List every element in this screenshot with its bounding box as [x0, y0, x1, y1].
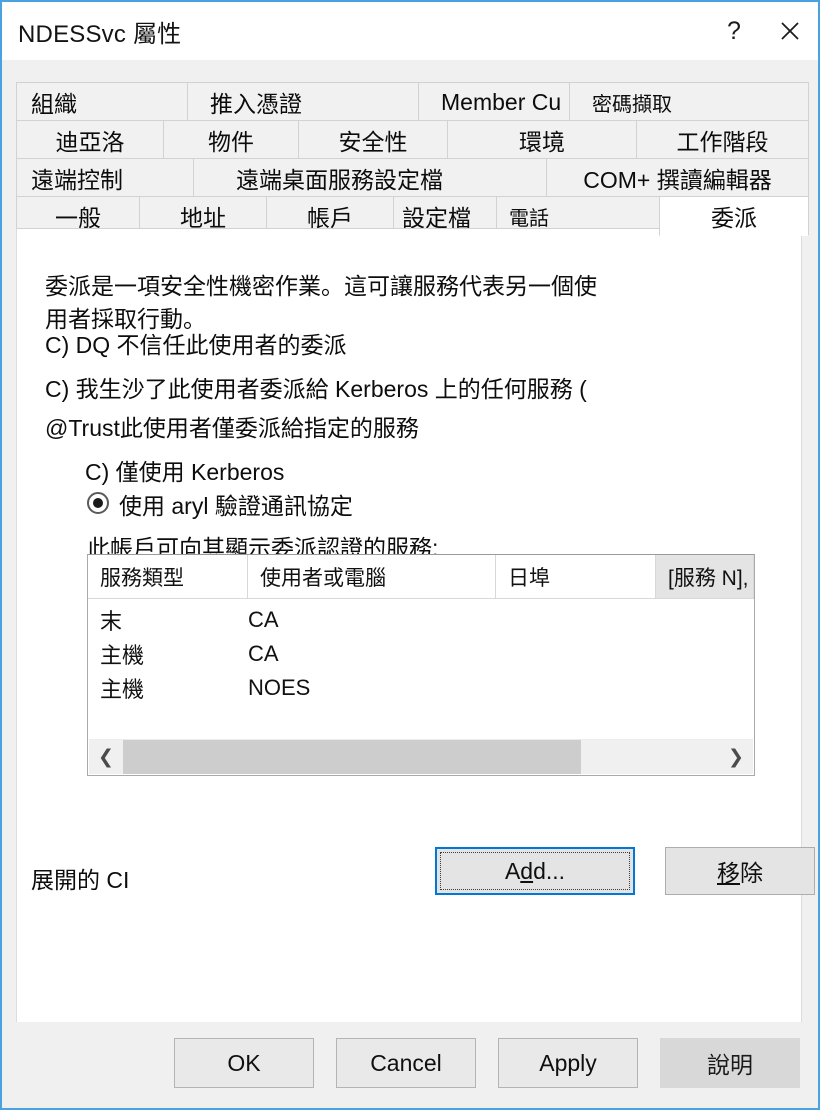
- suboption-kerberos-only-label[interactable]: C) 僅使用 Kerberos: [85, 453, 284, 487]
- tab-label: 推入憑證: [210, 91, 302, 117]
- tab-row-1: 組織 推入憑證 Member Cu 密碼擷取: [16, 82, 809, 122]
- option-trust-any-service-label[interactable]: C) 我生沙了此使用者委派給 Kerberos 上的任何服務 (: [45, 370, 587, 404]
- cell-user-or-computer: NOES: [248, 675, 311, 700]
- tab-label: 安全性: [338, 129, 408, 155]
- tab-com-plus-editor[interactable]: COM+ 撰讀編輯器: [546, 158, 809, 198]
- tab-label: 工作階段: [676, 129, 769, 155]
- ok-button[interactable]: OK: [174, 1038, 314, 1088]
- column-header-service-name[interactable]: [服務 N],: [656, 555, 754, 598]
- ok-button-label: OK: [227, 1049, 261, 1076]
- help-question-icon[interactable]: ?: [706, 3, 762, 59]
- add-button-label: Add...: [504, 857, 566, 884]
- tab-member-cu[interactable]: Member Cu: [418, 82, 570, 122]
- tab-push-certificate[interactable]: 推入憑證: [187, 82, 419, 122]
- listview-header-row: 服務類型 使用者或電腦 日埠 [服務 N],: [88, 555, 754, 599]
- column-header-label: 使用者或電腦: [260, 566, 386, 590]
- expanded-ci-label: 展開的 CI: [31, 867, 130, 893]
- tab-remote-desktop-services-profile[interactable]: 遠端桌面服務設定檔: [193, 158, 547, 198]
- cell-service-type: 末: [100, 609, 123, 634]
- cell-service-type: 主機: [100, 677, 145, 702]
- tab-row-3: 遠端控制 遠端桌面服務設定檔 COM+ 撰讀編輯器: [16, 158, 809, 198]
- tab-label: 組織: [31, 91, 77, 117]
- suboption-any-protocol-label[interactable]: 使用 aryl 驗證通訊協定: [119, 487, 353, 521]
- properties-dialog-window: NDESSvc 屬性 ? 組織 推入憑證 Member Cu 密碼擷取 迪亞洛 …: [0, 0, 820, 1110]
- listview-rows: 末 CA 主機 CA 主機 NOES: [88, 599, 754, 705]
- cell-user-or-computer: CA: [248, 607, 279, 632]
- help-button[interactable]: 說明: [660, 1038, 800, 1088]
- cell-service-type: 主機: [100, 643, 145, 668]
- cell-user-or-computer: CA: [248, 641, 279, 666]
- remove-button-label: 移除: [717, 860, 763, 886]
- chevron-right-icon[interactable]: ❯: [719, 740, 753, 774]
- apply-button-label: Apply: [539, 1049, 597, 1076]
- tab-label: 迪亞洛: [55, 129, 125, 155]
- radio-use-any-authentication-protocol[interactable]: [87, 492, 109, 514]
- delegation-description-line-1: 委派是一項安全性機密作業。這可讓服務代表另一個使: [45, 273, 597, 299]
- scrollbar-track[interactable]: [123, 740, 719, 774]
- remove-button[interactable]: 移除: [665, 847, 815, 895]
- tab-dialin[interactable]: 迪亞洛: [16, 120, 164, 160]
- delegated-services-listview[interactable]: 服務類型 使用者或電腦 日埠 [服務 N], 末 CA 主機 CA 主機 NOE…: [87, 554, 755, 776]
- column-header-port[interactable]: 日埠: [496, 555, 656, 598]
- tab-label: 密碼擷取: [592, 93, 672, 116]
- column-header-label: 服務類型: [100, 566, 184, 590]
- table-row[interactable]: 末 CA: [88, 603, 754, 637]
- tab-sessions[interactable]: 工作階段: [636, 120, 809, 160]
- tab-label: 物件: [208, 129, 254, 155]
- close-x-icon[interactable]: [762, 3, 818, 59]
- apply-button[interactable]: Apply: [498, 1038, 638, 1088]
- tab-security[interactable]: 安全性: [298, 120, 448, 160]
- title-bar: NDESSvc 屬性 ?: [2, 2, 818, 60]
- column-header-user-or-computer[interactable]: 使用者或電腦: [248, 555, 496, 598]
- delegation-tab-panel: 委派是一項安全性機密作業。這可讓服務代表另一個使 用者採取行動。 C) DQ 不…: [16, 228, 815, 1024]
- listview-horizontal-scrollbar[interactable]: ❮ ❯: [89, 739, 753, 774]
- column-header-service-type[interactable]: 服務類型: [88, 555, 248, 598]
- cancel-button-label: Cancel: [370, 1049, 442, 1076]
- tab-delegation[interactable]: 委派: [659, 196, 809, 236]
- tab-label: 遠端桌面服務設定檔: [236, 167, 443, 193]
- tab-object[interactable]: 物件: [163, 120, 299, 160]
- dialog-footer: OK Cancel Apply 說明: [4, 1022, 816, 1106]
- column-header-label: [服務 N],: [668, 566, 749, 590]
- tab-label: 委派: [711, 205, 757, 231]
- option-trust-specified-services-label[interactable]: @Trust此使用者僅委派給指定的服務: [45, 409, 419, 443]
- tab-password-retrieval[interactable]: 密碼擷取: [569, 82, 809, 122]
- window-title: NDESSvc 屬性: [18, 20, 182, 48]
- tab-organization[interactable]: 組織: [16, 82, 188, 122]
- chevron-left-icon[interactable]: ❮: [89, 740, 123, 774]
- tab-label: COM+ 撰讀編輯器: [583, 167, 772, 193]
- option-do-not-trust-label[interactable]: C) DQ 不信任此使用者的委派: [45, 326, 347, 360]
- tab-label: 遠端控制: [31, 167, 123, 193]
- add-button[interactable]: Add...: [435, 847, 635, 895]
- tab-label: 電話: [509, 207, 549, 230]
- help-button-label: 說明: [707, 1052, 753, 1078]
- cancel-button[interactable]: Cancel: [336, 1038, 476, 1088]
- tab-strip: 組織 推入憑證 Member Cu 密碼擷取 迪亞洛 物件 安全性 環境 工作階…: [4, 60, 816, 236]
- table-row[interactable]: 主機 NOES: [88, 671, 754, 705]
- tab-remote-control[interactable]: 遠端控制: [16, 158, 194, 198]
- column-header-label: 日埠: [508, 566, 550, 590]
- tab-row-2: 迪亞洛 物件 安全性 環境 工作階段: [16, 120, 809, 160]
- tab-environment[interactable]: 環境: [447, 120, 637, 160]
- table-row[interactable]: 主機 CA: [88, 637, 754, 671]
- scrollbar-thumb[interactable]: [123, 740, 581, 774]
- tab-label: 環境: [519, 129, 565, 155]
- tab-label: Member Cu: [441, 88, 562, 115]
